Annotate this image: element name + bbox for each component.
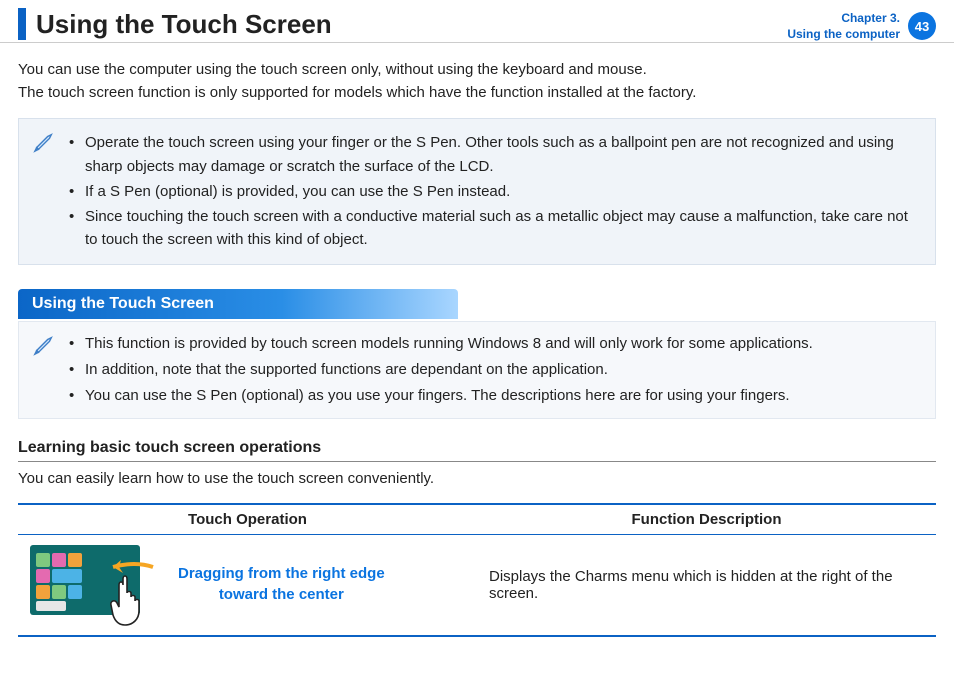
caption-line-1: Dragging from the right edge <box>178 564 385 584</box>
chapter-name: Using the computer <box>787 26 900 42</box>
caption-line-2: toward the center <box>178 585 385 605</box>
table-header-operation: Touch Operation <box>18 504 477 535</box>
caution-item: If a S Pen (optional) is provided, you c… <box>69 180 921 203</box>
subsection-heading: Learning basic touch screen operations <box>18 439 936 462</box>
page-number-badge: 43 <box>908 12 936 40</box>
info-item: This function is provided by touch scree… <box>69 332 921 356</box>
page-header: Using the Touch Screen Chapter 3. Using … <box>0 0 954 43</box>
caution-note-box: Operate the touch screen using your fing… <box>18 118 936 264</box>
chapter-number: Chapter 3. <box>787 10 900 26</box>
caution-item: Operate the touch screen using your fing… <box>69 131 921 178</box>
hand-icon <box>105 569 165 629</box>
touch-illustration <box>30 545 160 625</box>
touch-operation-caption: Dragging from the right edge toward the … <box>178 564 385 605</box>
intro-text: You can use the computer using the touch… <box>18 59 936 104</box>
info-item: You can use the S Pen (optional) as you … <box>69 384 921 408</box>
caution-list: Operate the touch screen using your fing… <box>69 131 921 251</box>
note-icon <box>33 334 55 364</box>
intro-line-2: The touch screen function is only suppor… <box>18 82 936 105</box>
page-content: You can use the computer using the touch… <box>0 43 954 636</box>
page-title: Using the Touch Screen <box>36 9 332 40</box>
section-heading-tab: Using the Touch Screen <box>18 289 458 319</box>
touch-operation-cell: Dragging from the right edge toward the … <box>18 534 477 636</box>
function-description-cell: Displays the Charms menu which is hidden… <box>477 534 936 636</box>
title-accent-bar <box>18 8 26 40</box>
info-item: In addition, note that the supported fun… <box>69 358 921 382</box>
info-note-box: This function is provided by touch scree… <box>18 321 936 419</box>
table-header-description: Function Description <box>477 504 936 535</box>
intro-line-1: You can use the computer using the touch… <box>18 59 936 82</box>
header-right: Chapter 3. Using the computer 43 <box>787 8 936 42</box>
chapter-info: Chapter 3. Using the computer <box>787 10 900 42</box>
header-left: Using the Touch Screen <box>18 8 332 40</box>
subsection-intro: You can easily learn how to use the touc… <box>18 470 936 487</box>
operations-table: Touch Operation Function Description <box>18 503 936 637</box>
caution-item: Since touching the touch screen with a c… <box>69 205 921 252</box>
note-icon <box>33 131 55 160</box>
table-row: Dragging from the right edge toward the … <box>18 534 936 636</box>
info-list: This function is provided by touch scree… <box>69 332 921 408</box>
